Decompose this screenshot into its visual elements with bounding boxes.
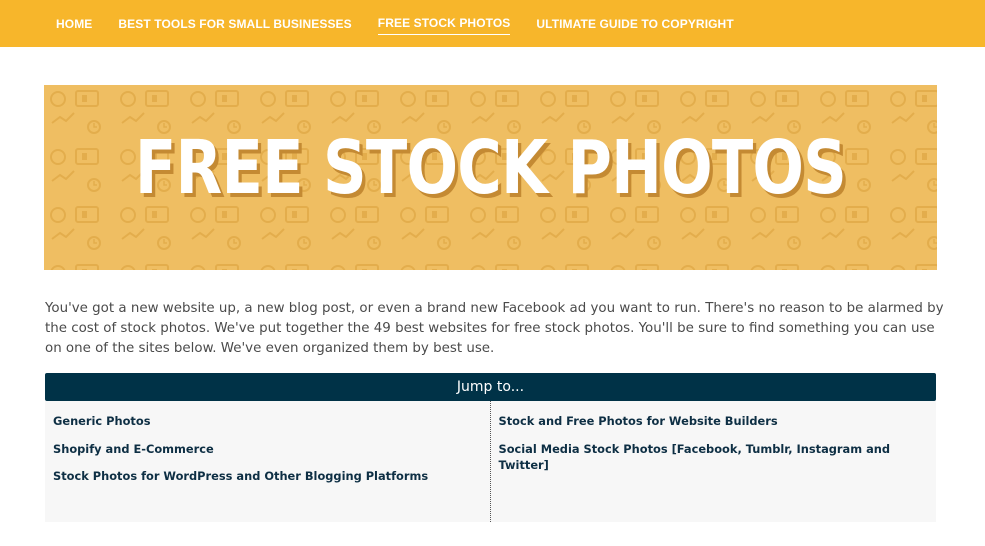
jump-link-shopify-ecommerce[interactable]: Shopify and E-Commerce	[53, 441, 490, 469]
jump-link-generic-photos[interactable]: Generic Photos	[53, 413, 490, 441]
top-navigation: HOME BEST TOOLS FOR SMALL BUSINESSES FRE…	[0, 0, 985, 47]
nav-home[interactable]: HOME	[56, 13, 92, 35]
jump-links-left-column: Generic Photos Shopify and E-Commerce St…	[45, 401, 491, 522]
jump-link-website-builders[interactable]: Stock and Free Photos for Website Builde…	[499, 413, 937, 441]
nav-free-stock-photos[interactable]: FREE STOCK PHOTOS	[377, 12, 511, 35]
jump-link-wordpress-blogging[interactable]: Stock Photos for WordPress and Other Blo…	[53, 468, 490, 496]
jump-link-social-media[interactable]: Social Media Stock Photos [Facebook, Tum…	[499, 441, 937, 472]
nav-best-tools[interactable]: BEST TOOLS FOR SMALL BUSINESSES	[118, 13, 351, 35]
hero-title: FREE STOCK PHOTOS	[134, 125, 847, 211]
hero-banner: FREE STOCK PHOTOS	[44, 85, 937, 270]
jump-to-links: Generic Photos Shopify and E-Commerce St…	[45, 401, 936, 522]
intro-paragraph: You've got a new website up, a new blog …	[45, 301, 944, 357]
jump-to-box: Jump to... Generic Photos Shopify and E-…	[45, 373, 936, 522]
nav-copyright-guide[interactable]: ULTIMATE GUIDE TO COPYRIGHT	[536, 13, 733, 35]
jump-links-right-column: Stock and Free Photos for Website Builde…	[491, 401, 937, 522]
jump-to-header: Jump to...	[45, 373, 936, 401]
